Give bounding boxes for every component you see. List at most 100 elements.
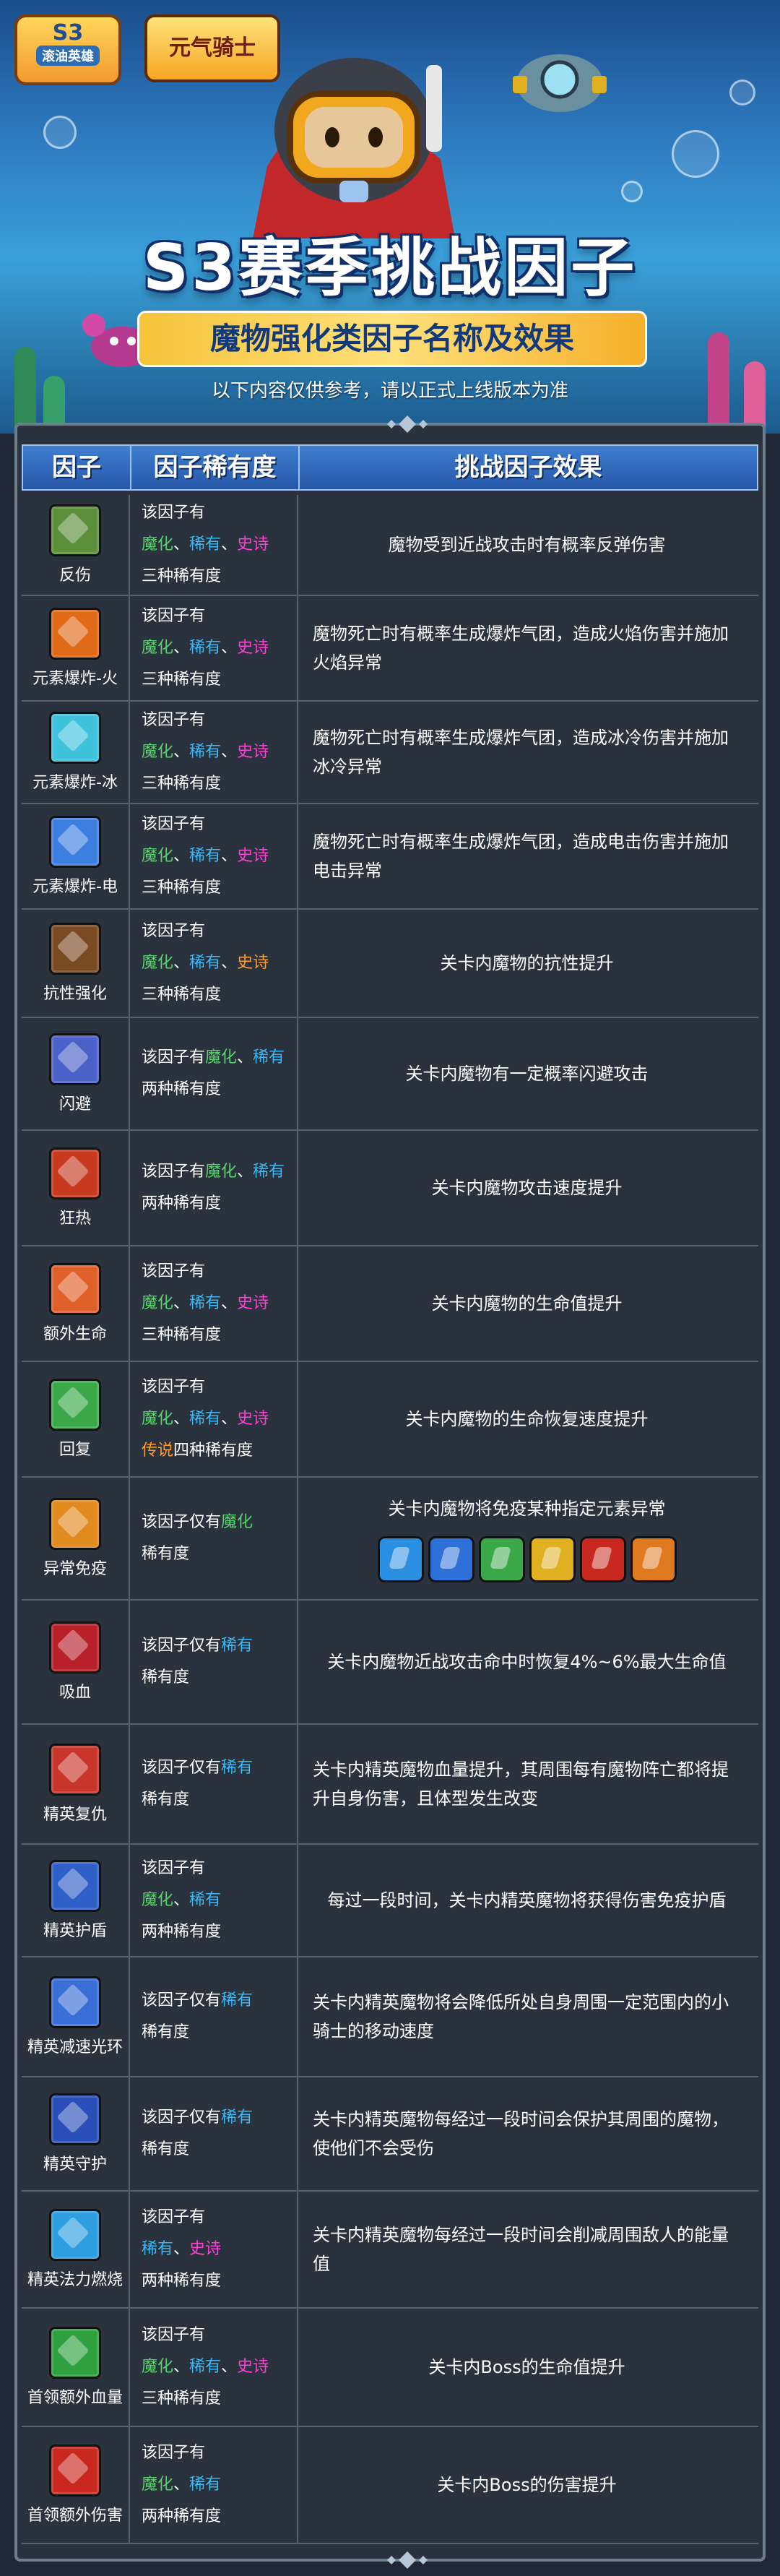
rarity-line: 两种稀有度 xyxy=(142,1080,222,1098)
effect-cell: 每过一段时间，关卡内精英魔物将获得伤害免疫护盾 xyxy=(298,1845,755,1956)
rarity-line: 该因子仅有稀有 xyxy=(142,1759,254,1777)
rarity-tag: 稀有 xyxy=(189,954,222,972)
rarity-tag: 魔化 xyxy=(221,1513,254,1531)
rarity-line: 该因子有 xyxy=(142,922,206,940)
rarity-line: 稀有度 xyxy=(142,2023,190,2041)
factor-name: 额外生命 xyxy=(43,1325,107,1343)
effect-cell: 关卡内精英魔物每经过一段时间会保护其周围的魔物，使他们不会受伤 xyxy=(298,2077,755,2190)
rarity-tag: 魔化 xyxy=(142,743,174,761)
rarity-line: 魔化、稀有、史诗 xyxy=(142,535,269,553)
submarine-robot-illustration xyxy=(513,54,607,112)
table-row: 狂热 该因子有魔化、稀有 两种稀有度 关卡内魔物攻击速度提升 xyxy=(22,1131,758,1246)
table-row: 元素爆炸-冰 该因子有 魔化、稀有、史诗 三种稀有度 魔物死亡时有概率生成爆炸气团，造成… xyxy=(22,702,758,804)
rarity-line: 魔化、稀有 xyxy=(142,1891,222,1909)
rarity-line: 该因子有 xyxy=(142,711,206,729)
factor-cell: 精英护盾 xyxy=(22,1845,130,1956)
effect-cell: 关卡内Boss的伤害提升 xyxy=(298,2427,755,2543)
rarity-tag: 史诗 xyxy=(189,2240,222,2258)
rarity-tag: 魔化 xyxy=(142,1410,174,1428)
effect-cell: 关卡内魔物的生命恢复速度提升 xyxy=(298,1362,755,1476)
rarity-cell: 该因子有 魔化、稀有、史诗 三种稀有度 xyxy=(130,910,298,1017)
rarity-cell: 该因子有 魔化、稀有、史诗 传说四种稀有度 xyxy=(130,1362,298,1476)
season-badge: S3 滚油英雄 xyxy=(14,14,121,85)
table-row: 精英法力燃烧 该因子有 稀有、史诗 两种稀有度 关卡内精英魔物每经过一段时间会削减周围敌… xyxy=(22,2192,758,2309)
factor-name: 回复 xyxy=(58,1441,91,1459)
rarity-cell: 该因子有魔化、稀有两种稀有度 xyxy=(130,1131,298,1245)
factor-cell: 吸血 xyxy=(22,1601,130,1723)
rarity-tag: 稀有 xyxy=(189,535,222,553)
rarity-tag: 稀有 xyxy=(189,1410,222,1428)
rarity-line: 该因子有魔化、稀有 xyxy=(142,1163,285,1181)
frenzy-icon xyxy=(49,1147,101,1199)
factor-cell: 元素爆炸-电 xyxy=(22,804,130,908)
factor-cell: 狂热 xyxy=(22,1131,130,1245)
header-effect: 挑战因子效果 xyxy=(454,453,602,482)
elite-mana-burn-icon xyxy=(49,2209,101,2261)
factor-name: 元素爆炸-冰 xyxy=(32,774,118,792)
effect-text: 关卡内精英魔物将会降低所处自身周围一定范围内的小骑士的移动速度 xyxy=(313,1992,729,2041)
factor-name: 抗性强化 xyxy=(43,985,107,1003)
table-row: 抗性强化 该因子有 魔化、稀有、史诗 三种稀有度 关卡内魔物的抗性提升 xyxy=(22,910,758,1018)
rarity-cell: 该因子仅有稀有 稀有度 xyxy=(130,2077,298,2190)
table-row: 精英护盾 该因子有 魔化、稀有 两种稀有度 每过一段时间，关卡内精英魔物将获得伤害免疫护… xyxy=(22,1845,758,1957)
rarity-cell: 该因子有 魔化、稀有、史诗 三种稀有度 xyxy=(130,596,298,700)
rarity-line: 魔化、稀有、史诗 xyxy=(142,743,269,761)
rarity-tag: 稀有 xyxy=(189,1294,222,1312)
elite-revenge-icon xyxy=(49,1744,101,1796)
poison-immune-icon xyxy=(478,1536,525,1582)
rarity-line: 该因子仅有魔化 xyxy=(142,1513,254,1531)
effect-cell: 关卡内魔物的抗性提升 xyxy=(298,910,755,1017)
boss-extra-hp-icon xyxy=(49,2327,101,2379)
rarity-tag: 稀有 xyxy=(189,639,222,657)
effect-cell: 关卡内魔物攻击速度提升 xyxy=(298,1131,755,1245)
rarity-cell: 该因子有魔化、稀有、史诗 三种稀有度 xyxy=(130,702,298,803)
page-title: S3赛季挑战因子 xyxy=(142,231,638,305)
effect-text: 魔物死亡时有概率生成爆炸气团，造成火焰伤害并施加火焰异常 xyxy=(313,624,729,673)
rarity-line: 传说四种稀有度 xyxy=(142,1442,254,1460)
rarity-tag: 史诗 xyxy=(237,1294,269,1312)
header-rarity: 因子稀有度 xyxy=(131,446,300,489)
elite-guard-icon xyxy=(49,2093,101,2145)
factor-cell: 首领额外血量 xyxy=(22,2309,130,2426)
rarity-line: 魔化、稀有、史诗 xyxy=(142,2358,269,2376)
table-body: 反伤 该因子有 魔化、稀有、史诗 三种稀有度 魔物受到近战攻击时有概率反弹伤害 元素爆炸-… xyxy=(22,495,758,2544)
rarity-tag: 稀有 xyxy=(221,1991,254,2009)
rarity-tag: 史诗 xyxy=(237,743,269,761)
table-row: 首领额外血量 该因子有 魔化、稀有、史诗 三种稀有度 关卡内Boss的生命值提升 xyxy=(22,2309,758,2427)
factor-cell: 首领额外伤害 xyxy=(22,2427,130,2543)
rarity-tag: 魔化 xyxy=(142,2476,174,2494)
section-subtitle: 魔物强化类因子名称及效果 xyxy=(137,311,647,367)
effect-cell: 关卡内Boss的生命值提升 xyxy=(298,2309,755,2426)
factor-name: 狂热 xyxy=(58,1210,91,1228)
rarity-line: 该因子有 xyxy=(142,1378,206,1396)
effect-cell: 关卡内精英魔物每经过一段时间会削减周围敌人的能量值 xyxy=(298,2192,755,2307)
effect-text: 关卡内魔物将免疫某种指定元素异常 xyxy=(388,1499,666,1519)
factor-cell: 异常免疫 xyxy=(22,1478,130,1599)
table-row: 元素爆炸-火 该因子有 魔化、稀有、史诗 三种稀有度 魔物死亡时有概率生成爆炸气团，造成… xyxy=(22,596,758,702)
rarity-line: 稀有度 xyxy=(142,2140,190,2158)
rarity-cell: 该因子有 魔化、稀有、史诗 三种稀有度 xyxy=(130,495,298,595)
rarity-line: 两种稀有度 xyxy=(142,1923,222,1941)
frame-ornament-icon xyxy=(387,2551,428,2569)
effect-text: 每过一段时间，关卡内精英魔物将获得伤害免疫护盾 xyxy=(327,1890,727,1911)
rarity-tag: 魔化 xyxy=(142,847,174,865)
rarity-tag: 稀有 xyxy=(142,2240,174,2258)
rarity-tag: 稀有 xyxy=(253,1163,285,1181)
effect-cell: 关卡内魔物有一定概率闪避攻击 xyxy=(298,1018,755,1129)
factor-name: 首领额外伤害 xyxy=(27,2507,123,2525)
table-row: 额外生命 该因子有 魔化、稀有、史诗 三种稀有度 关卡内魔物的生命值提升 xyxy=(22,1246,758,1362)
rarity-line: 三种稀有度 xyxy=(142,775,222,793)
dodge-icon xyxy=(49,1033,101,1085)
rarity-line: 该因子仅有稀有 xyxy=(142,2108,254,2127)
rarity-cell: 该因子有 魔化、稀有、史诗 三种稀有度 xyxy=(130,1246,298,1361)
rarity-line: 稀有度 xyxy=(142,1668,190,1687)
rarity-tag: 稀有 xyxy=(189,743,222,761)
table-row: 首领额外伤害 该因子有 魔化、稀有 两种稀有度 关卡内Boss的伤害提升 xyxy=(22,2427,758,2544)
rarity-tag: 稀有 xyxy=(189,2476,222,2494)
ice-immune-icon xyxy=(428,1536,474,1582)
bubble-decoration xyxy=(621,181,643,202)
effect-text: 关卡内精英魔物每经过一段时间会削减周围敌人的能量值 xyxy=(313,2225,729,2274)
effect-text: 关卡内魔物近战攻击命中时恢复4%~6%最大生命值 xyxy=(327,1652,727,1672)
effect-text: 关卡内Boss的生命值提升 xyxy=(428,2357,625,2377)
rarity-tag: 稀有 xyxy=(221,1759,254,1777)
